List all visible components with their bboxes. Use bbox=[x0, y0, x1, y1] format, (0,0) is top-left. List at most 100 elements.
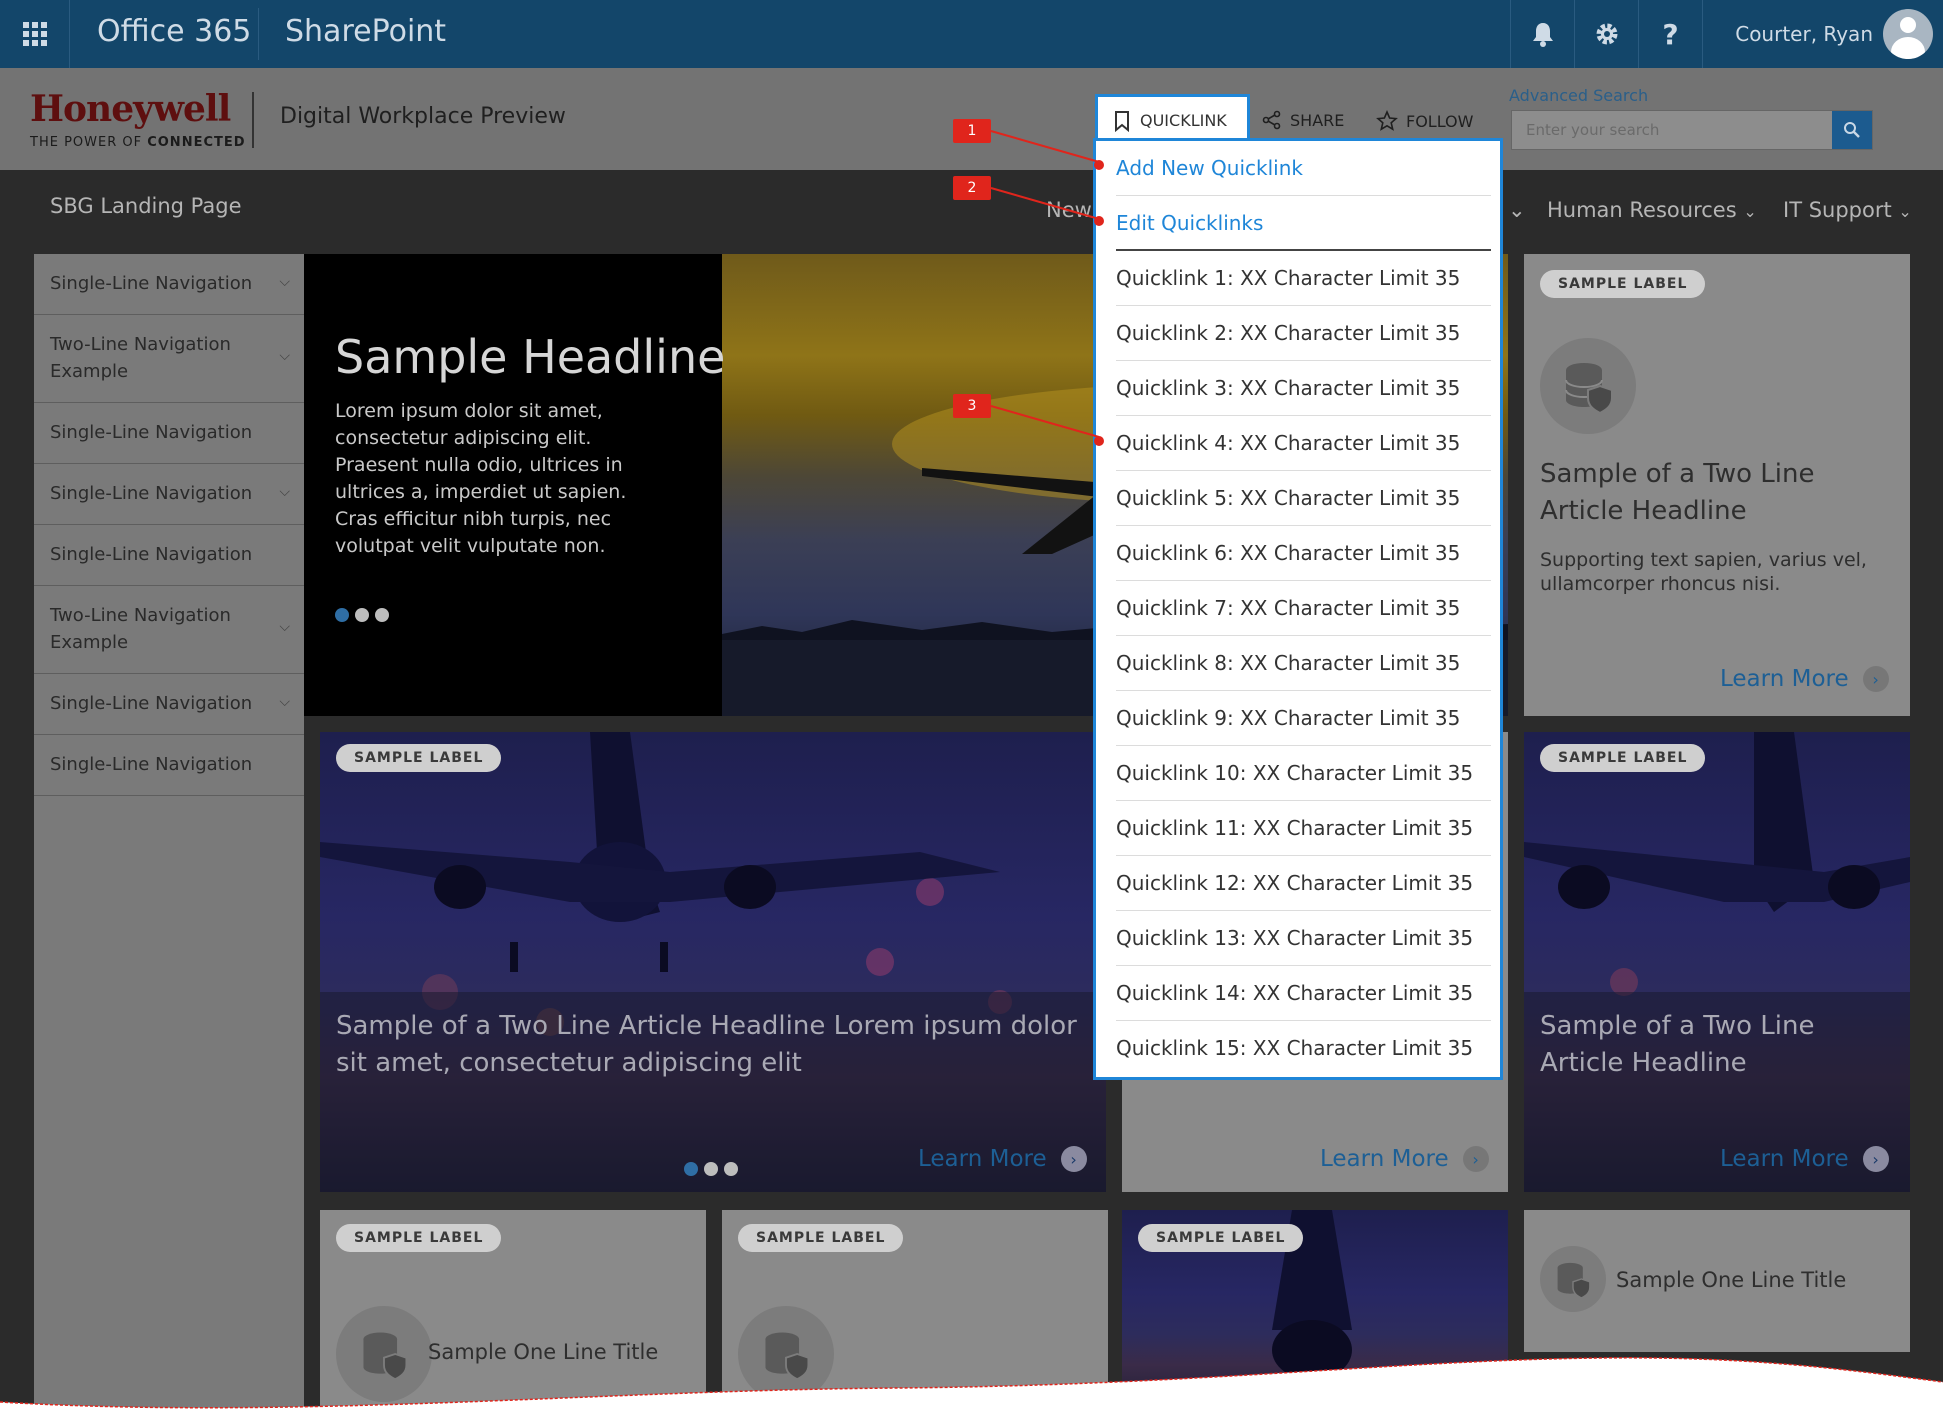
sidebar-item-1[interactable]: Single-Line Navigation ⌵ bbox=[34, 254, 304, 315]
carousel-dot-1[interactable] bbox=[335, 608, 349, 622]
hero-carousel-dots[interactable] bbox=[335, 608, 389, 622]
sample-label-badge: SAMPLE LABEL bbox=[1540, 270, 1706, 298]
tagline-bold: CONNECTED bbox=[147, 135, 246, 150]
advanced-search-link[interactable]: Advanced Search bbox=[1509, 86, 1648, 105]
add-new-quicklink[interactable]: Add New Quicklink bbox=[1116, 141, 1491, 196]
carousel-dot-3[interactable] bbox=[375, 608, 389, 622]
app-launcher-button[interactable] bbox=[0, 0, 70, 68]
sidebar-item-8[interactable]: Single-Line Navigation bbox=[34, 735, 304, 796]
learn-more-label: Learn More bbox=[918, 1146, 1047, 1172]
office365-bar: Office 365 SharePoint ? Courter, Ryan bbox=[0, 0, 1943, 68]
user-menu[interactable]: Courter, Ryan bbox=[1702, 0, 1943, 68]
sidebar-item-label: Single-Line Navigation bbox=[50, 754, 253, 775]
office365-title[interactable]: Office 365 bbox=[97, 14, 251, 49]
honeywell-logo[interactable]: Honeywell bbox=[30, 88, 231, 130]
card-title-line1: Sample of a Two Line Article Headline Lo… bbox=[336, 1011, 1077, 1041]
hero-headline: Sample Headline bbox=[335, 330, 726, 384]
sidebar-item-2[interactable]: Two-Line Navigation Example ⌵ bbox=[34, 315, 304, 403]
carousel-dot-2[interactable] bbox=[704, 1162, 718, 1176]
quicklink-item[interactable]: Quicklink 5: XX Character Limit 35 bbox=[1116, 471, 1491, 526]
quicklink-item[interactable]: Quicklink 14: XX Character Limit 35 bbox=[1116, 966, 1491, 1021]
search-input[interactable] bbox=[1512, 111, 1832, 149]
sharepoint-title[interactable]: SharePoint bbox=[285, 14, 446, 49]
chevron-down-icon[interactable]: ⌵ bbox=[279, 348, 290, 364]
carousel-dot-3[interactable] bbox=[724, 1162, 738, 1176]
nav-item-label: Human Resources bbox=[1547, 198, 1737, 222]
site-name[interactable]: Digital Workplace Preview bbox=[280, 104, 566, 129]
sidebar-item-label: Single-Line Navigation bbox=[50, 483, 253, 504]
gear-icon bbox=[1596, 23, 1617, 45]
sidebar-item-label-line2: Example bbox=[50, 632, 129, 653]
edit-quicklinks[interactable]: Edit Quicklinks bbox=[1116, 196, 1491, 251]
share-button[interactable]: SHARE bbox=[1262, 110, 1344, 130]
settings-button[interactable] bbox=[1574, 0, 1638, 68]
chevron-right-icon: › bbox=[1060, 1146, 1087, 1172]
help-icon: ? bbox=[1662, 17, 1679, 51]
sidebar-item-label: Single-Line Navigation bbox=[50, 693, 253, 714]
quicklink-item[interactable]: Quicklink 7: XX Character Limit 35 bbox=[1116, 581, 1491, 636]
chevron-down-icon[interactable]: ⌵ bbox=[279, 484, 290, 500]
bell-icon bbox=[1532, 23, 1553, 47]
quicklink-item[interactable]: Quicklink 11: XX Character Limit 35 bbox=[1116, 801, 1491, 856]
quicklink-item[interactable]: Quicklink 9: XX Character Limit 35 bbox=[1116, 691, 1491, 746]
sidebar-item-3[interactable]: Single-Line Navigation bbox=[34, 403, 304, 464]
notifications-button[interactable] bbox=[1510, 0, 1574, 68]
quicklink-item[interactable]: Quicklink 12: XX Character Limit 35 bbox=[1116, 856, 1491, 911]
chevron-down-icon: ⌄ bbox=[1898, 202, 1912, 221]
search-button[interactable] bbox=[1832, 111, 1872, 149]
card-supporting-text: Supporting text sapien, varius vel, ulla… bbox=[1540, 549, 1867, 595]
avatar[interactable] bbox=[1883, 9, 1933, 59]
landing-page-link[interactable]: SBG Landing Page bbox=[50, 194, 242, 218]
learn-more-label: Learn More bbox=[1720, 666, 1849, 692]
quicklink-item[interactable]: Quicklink 2: XX Character Limit 35 bbox=[1116, 306, 1491, 361]
annotation-marker-2: 2 bbox=[953, 176, 991, 200]
sidebar-item-4[interactable]: Single-Line Navigation ⌵ bbox=[34, 464, 304, 525]
learn-more-link[interactable]: Learn More › bbox=[1320, 1146, 1489, 1172]
annotation-dot-2 bbox=[1094, 216, 1104, 226]
quicklink-item[interactable]: Quicklink 3: XX Character Limit 35 bbox=[1116, 361, 1491, 416]
sidebar-item-label: Two-Line Navigation bbox=[50, 605, 231, 626]
carousel-dot-2[interactable] bbox=[355, 608, 369, 622]
sidebar-item-7[interactable]: Single-Line Navigation ⌵ bbox=[34, 674, 304, 735]
help-button[interactable]: ? bbox=[1638, 0, 1702, 68]
quicklink-item[interactable]: Quicklink 4: XX Character Limit 35 bbox=[1116, 416, 1491, 471]
quicklink-item[interactable]: Quicklink 13: XX Character Limit 35 bbox=[1116, 911, 1491, 966]
card-carousel-dots[interactable] bbox=[684, 1162, 738, 1176]
quicklink-button[interactable]: QUICKLINK bbox=[1095, 94, 1250, 144]
card-title-line2: Article Headline bbox=[1540, 1048, 1747, 1078]
quicklink-item[interactable]: Quicklink 15: XX Character Limit 35 bbox=[1116, 1021, 1491, 1076]
user-name: Courter, Ryan bbox=[1735, 22, 1873, 46]
follow-button[interactable]: FOLLOW bbox=[1376, 110, 1473, 132]
nav-item-it-support[interactable]: IT Support ⌄ bbox=[1783, 198, 1912, 222]
quicklink-item[interactable]: Quicklink 6: XX Character Limit 35 bbox=[1116, 526, 1491, 581]
article-card-wide[interactable]: SAMPLE LABEL Sample of a Two Line Articl… bbox=[320, 732, 1106, 1192]
logo-tagline: THE POWER OF CONNECTED bbox=[30, 135, 246, 150]
learn-more-link[interactable]: Learn More › bbox=[1720, 666, 1889, 692]
sample-label-badge: SAMPLE LABEL bbox=[336, 1224, 502, 1252]
search-box bbox=[1511, 110, 1873, 150]
sidebar-item-5[interactable]: Single-Line Navigation bbox=[34, 525, 304, 586]
quicklink-item[interactable]: Quicklink 10: XX Character Limit 35 bbox=[1116, 746, 1491, 801]
sidebar-item-label-line2: Example bbox=[50, 361, 129, 382]
chevron-down-icon[interactable]: ⌵ bbox=[279, 274, 290, 290]
tagline-prefix: THE POWER OF bbox=[30, 135, 143, 150]
chevron-down-icon[interactable]: ⌵ bbox=[279, 619, 290, 635]
learn-more-label: Learn More bbox=[1720, 1146, 1849, 1172]
sidebar-item-label: Single-Line Navigation bbox=[50, 422, 253, 443]
sample-label-badge: SAMPLE LABEL bbox=[1138, 1224, 1304, 1252]
learn-more-link[interactable]: Learn More › bbox=[918, 1146, 1087, 1172]
sidebar-navigation: Single-Line Navigation ⌵ Two-Line Naviga… bbox=[34, 254, 304, 1417]
article-card-right-top[interactable]: SAMPLE LABEL Sample of a Two Line Articl… bbox=[1524, 254, 1910, 716]
share-icon bbox=[1262, 110, 1281, 130]
carousel-dot-1[interactable] bbox=[684, 1162, 698, 1176]
star-icon bbox=[1376, 110, 1398, 131]
hero-body: Lorem ipsum dolor sit amet, consectetur … bbox=[335, 400, 627, 557]
chevron-down-icon[interactable]: ⌵ bbox=[279, 694, 290, 710]
quicklink-item[interactable]: Quicklink 8: XX Character Limit 35 bbox=[1116, 636, 1491, 691]
torn-edge bbox=[0, 1357, 1943, 1417]
nav-item-human-resources[interactable]: Human Resources ⌄ bbox=[1547, 198, 1757, 222]
learn-more-link[interactable]: Learn More › bbox=[1720, 1146, 1889, 1172]
sidebar-item-6[interactable]: Two-Line Navigation Example ⌵ bbox=[34, 586, 304, 674]
article-card-right-mid[interactable]: SAMPLE LABEL Sample of a Two Line Articl… bbox=[1524, 732, 1910, 1192]
quicklink-item[interactable]: Quicklink 1: XX Character Limit 35 bbox=[1116, 251, 1491, 306]
